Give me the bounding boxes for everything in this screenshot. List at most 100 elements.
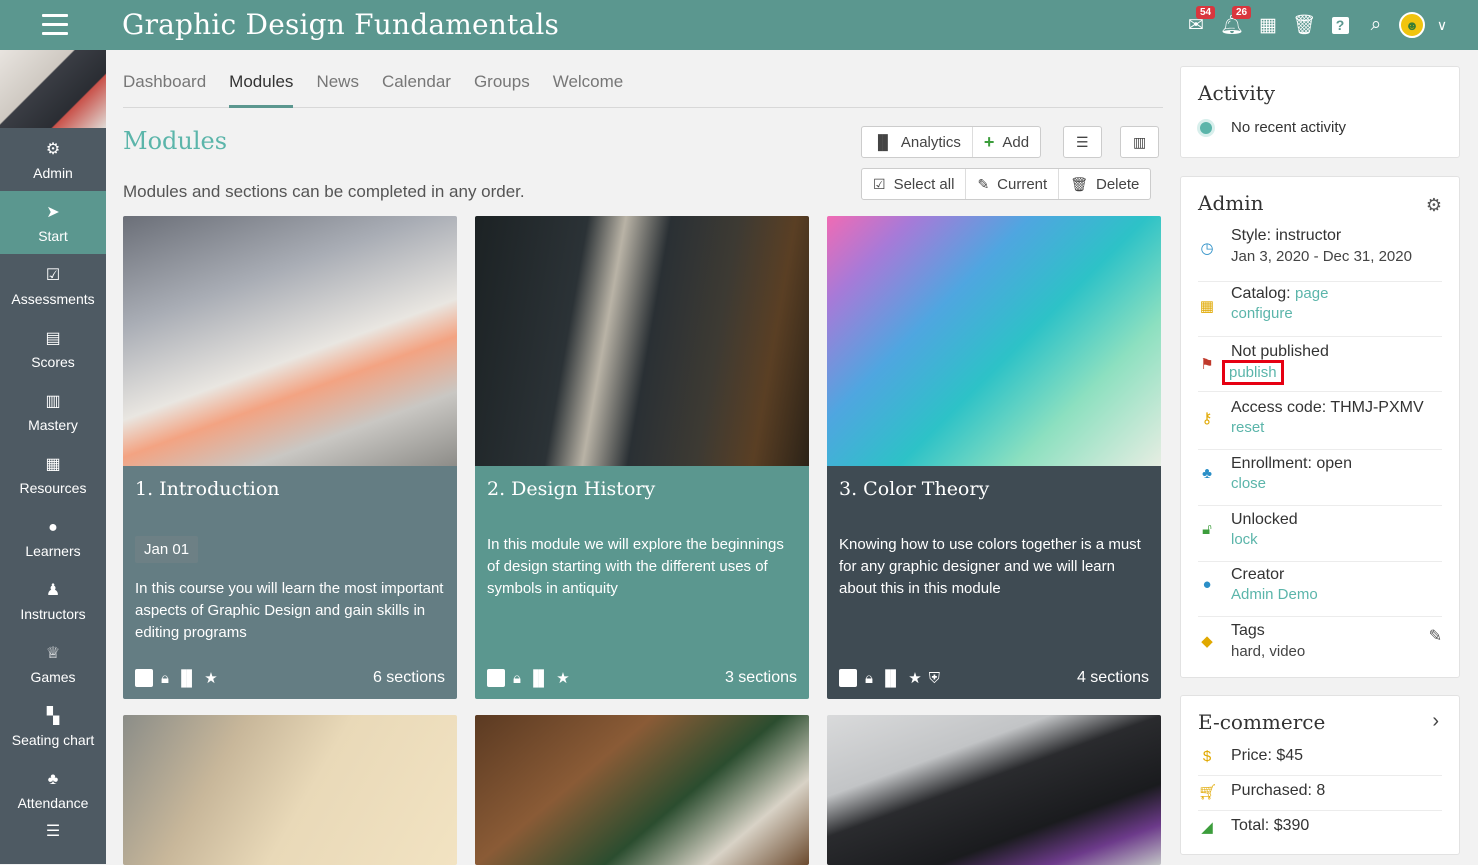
- enrollment-status: Enrollment: open: [1231, 455, 1352, 472]
- style-dates: Jan 3, 2020 - Dec 31, 2020: [1231, 248, 1412, 265]
- tab-welcome[interactable]: Welcome: [553, 72, 624, 108]
- send-icon: ➤: [46, 203, 60, 221]
- star-icon: ★: [556, 670, 570, 687]
- group-icon: ♣: [47, 770, 59, 788]
- tab-groups[interactable]: Groups: [474, 72, 530, 108]
- tab-modules[interactable]: Modules: [229, 72, 294, 108]
- module-card[interactable]: 2. Design History In this module we will…: [475, 216, 809, 699]
- enrollment-close-link[interactable]: close: [1231, 475, 1352, 492]
- list-icon: ☰: [45, 823, 61, 840]
- shield-icon: ⛨: [928, 669, 940, 687]
- catalog-page-link[interactable]: page: [1295, 285, 1328, 302]
- module-title[interactable]: 1. Introduction: [135, 478, 280, 500]
- sidebar-item-assessments[interactable]: ☑ Assessments: [0, 254, 106, 317]
- access-reset-link[interactable]: reset: [1231, 419, 1424, 436]
- sidebar-item-learners[interactable]: ● Learners: [0, 506, 106, 569]
- analytics-button[interactable]: ▐▌ Analytics: [862, 127, 973, 157]
- module-card[interactable]: [827, 715, 1161, 865]
- activity-panel: Activity No recent activity: [1180, 66, 1460, 158]
- sidebar-item-attendance[interactable]: ♣ Attendance: [0, 758, 106, 821]
- area-chart-icon: ◢: [1201, 819, 1213, 836]
- messages-button[interactable]: ✉ 54: [1178, 6, 1216, 40]
- menu-icon[interactable]: [42, 14, 68, 36]
- plus-icon: +: [983, 131, 995, 152]
- sidebar-item-mastery[interactable]: ▥ Mastery: [0, 380, 106, 443]
- module-card[interactable]: [475, 715, 809, 865]
- course-thumbnail[interactable]: [0, 50, 106, 128]
- sidebar-item-games[interactable]: ♕ Games: [0, 632, 106, 695]
- pencil-icon[interactable]: ✎: [1429, 626, 1442, 646]
- module-image: [123, 216, 457, 466]
- gear-icon: ⚙: [45, 140, 61, 158]
- module-title[interactable]: 3. Color Theory: [839, 478, 989, 500]
- bar-chart-icon: ▐▌: [879, 669, 902, 687]
- admin-title: Admin: [1198, 191, 1264, 215]
- admin-tags-item: ◆ Tags hard, video ✎: [1198, 622, 1442, 672]
- chevron-down-icon: ∨: [1436, 16, 1448, 33]
- module-sections: 3 sections: [724, 669, 797, 686]
- module-checkbox[interactable]: [839, 669, 857, 687]
- sidebar-item-admin[interactable]: ⚙ Admin: [0, 128, 106, 191]
- sidebar-item-scores[interactable]: ▤ Scores: [0, 317, 106, 380]
- chevron-right-icon[interactable]: ›: [1432, 710, 1439, 733]
- module-card[interactable]: 1. Introduction Jan 01 In this course yo…: [123, 216, 457, 699]
- current-button[interactable]: ✎ Current: [966, 169, 1060, 199]
- notifications-button[interactable]: 🔔︎ 26: [1214, 6, 1252, 40]
- delete-label: Delete: [1095, 175, 1140, 193]
- module-checkbox[interactable]: [135, 669, 153, 687]
- grid-view-button[interactable]: ▥: [1121, 127, 1158, 157]
- ecommerce-purchased: Purchased: 8: [1231, 782, 1326, 799]
- tab-news[interactable]: News: [316, 72, 359, 108]
- admin-publish-item: ⚑ Not published publish: [1198, 343, 1442, 392]
- tab-dashboard[interactable]: Dashboard: [123, 72, 206, 108]
- sidebar-item-instructors[interactable]: ♟ Instructors: [0, 569, 106, 632]
- list-icon: ☰: [1076, 133, 1089, 150]
- lock-link[interactable]: lock: [1231, 531, 1298, 548]
- tab-calendar[interactable]: Calendar: [382, 72, 451, 108]
- tag-icon: ◆: [1201, 633, 1213, 650]
- admin-enrollment-text: Enrollment: open close: [1231, 455, 1352, 492]
- publish-link[interactable]: publish: [1222, 360, 1284, 385]
- gear-icon[interactable]: ⚙: [1426, 195, 1442, 216]
- sidebar-item-more[interactable]: ☰: [0, 821, 106, 861]
- user-menu-button[interactable]: ∨: [1430, 10, 1454, 40]
- admin-tags-text: Tags hard, video: [1231, 622, 1305, 660]
- page-subtitle: Modules and sections can be completed in…: [123, 182, 525, 201]
- trash-button[interactable]: 🗑︎: [1286, 10, 1322, 40]
- creator-label: Creator: [1231, 566, 1285, 583]
- sidebar-item-start[interactable]: ➤ Start: [0, 191, 106, 254]
- sidebar-item-label: Games: [30, 668, 76, 685]
- module-image: [123, 715, 457, 865]
- cart-icon: 🛒︎: [1198, 784, 1218, 801]
- top-toolbar: ✉ 54 🔔︎ 26 ▦ 🗑︎ ? ⌕ ☻ ∨: [1178, 6, 1454, 40]
- sidebar-item-seating-chart[interactable]: ▚ Seating chart: [0, 695, 106, 758]
- module-card[interactable]: 3. Color Theory Knowing how to use color…: [827, 216, 1161, 699]
- delete-button[interactable]: 🗑︎ Delete: [1059, 169, 1150, 199]
- user-avatar-button[interactable]: ☻: [1394, 10, 1430, 40]
- admin-access-item: ⚷ Access code: THMJ-PXMV reset: [1198, 399, 1442, 450]
- search-button[interactable]: ⌕: [1358, 10, 1394, 40]
- clock-icon: ◷: [1200, 240, 1214, 257]
- sidebar-item-resources[interactable]: ▦ Resources: [0, 443, 106, 506]
- help-button[interactable]: ?: [1322, 10, 1358, 40]
- module-checkbox[interactable]: [487, 669, 505, 687]
- admin-catalog-text: Catalog: page configure: [1231, 285, 1328, 322]
- add-button[interactable]: + Add: [973, 127, 1040, 157]
- group-icon: ♣: [1202, 465, 1212, 482]
- admin-catalog-item: ▦ Catalog: page configure: [1198, 285, 1442, 337]
- calendar-button[interactable]: ▦: [1250, 10, 1286, 40]
- table-icon: ▤: [45, 329, 61, 347]
- tags-value: hard, video: [1231, 643, 1306, 660]
- sidebar-item-label: Resources: [19, 479, 87, 496]
- catalog-configure-link[interactable]: configure: [1231, 305, 1328, 322]
- module-card[interactable]: [123, 715, 457, 865]
- lock-icon: 🔒︎: [513, 669, 521, 687]
- module-title[interactable]: 2. Design History: [487, 478, 655, 500]
- creator-link[interactable]: Admin Demo: [1231, 586, 1318, 603]
- sidebar-item-label: Learners: [25, 542, 81, 559]
- select-all-button[interactable]: ☑ Select all: [862, 169, 967, 199]
- admin-creator-item: ● Creator Admin Demo: [1198, 566, 1442, 617]
- access-code: Access code: THMJ-PXMV: [1231, 399, 1424, 416]
- admin-lock-text: Unlocked lock: [1231, 511, 1298, 548]
- list-view-button[interactable]: ☰: [1064, 127, 1101, 157]
